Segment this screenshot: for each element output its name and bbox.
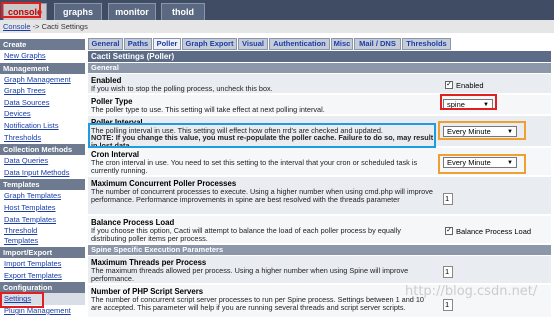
sidebar-header-collection-methods: Collection Methods bbox=[0, 144, 85, 156]
sidebar-item-data-sources[interactable]: Data Sources bbox=[0, 97, 85, 109]
panel-title: Cacti Settings (Poller) bbox=[88, 51, 551, 62]
enabled-checkbox[interactable]: ✓ bbox=[445, 81, 453, 89]
settings-tab-thresholds[interactable]: Thresholds bbox=[402, 38, 451, 50]
breadcrumb: Console -> Cacti Settings bbox=[0, 20, 554, 33]
setting-row-poller-interval: Poller Interval The polling interval in … bbox=[88, 116, 551, 150]
setting-row-max-processes: Maximum Concurrent Poller Processes The … bbox=[88, 177, 551, 215]
settings-panel: Cacti Settings (Poller) General Enabled … bbox=[88, 51, 554, 318]
sidebar-item-graph-templates[interactable]: Graph Templates bbox=[0, 190, 85, 202]
sidebar-item-graph-management[interactable]: Graph Management bbox=[0, 74, 85, 86]
settings-tab-poller[interactable]: Poller bbox=[153, 38, 181, 50]
sidebar-header-management: Management bbox=[0, 62, 85, 74]
php-servers-input[interactable]: 1 bbox=[443, 299, 453, 311]
setting-desc-max-processes: The number of concurrent processes to ex… bbox=[91, 187, 433, 205]
watermark: http://blog.csdn.net/ bbox=[405, 284, 538, 299]
sidebar-item-data-templates[interactable]: Data Templates bbox=[0, 214, 85, 226]
sidebar-item-settings[interactable]: Settings bbox=[0, 293, 85, 305]
sidebar-header-templates: Templates bbox=[0, 179, 85, 191]
sidebar-item-export-templates[interactable]: Export Templates bbox=[0, 270, 85, 282]
breadcrumb-separator: -> bbox=[30, 22, 42, 31]
sidebar-item-data-queries[interactable]: Data Queries bbox=[0, 155, 85, 167]
setting-row-balance-load: Balance Process Load If you choose this … bbox=[88, 216, 551, 244]
sidebar-item-import-templates[interactable]: Import Templates bbox=[0, 258, 85, 270]
tab-monitor[interactable]: monitor bbox=[108, 3, 156, 20]
sidebar-item-plugin-management[interactable]: Plugin Management bbox=[0, 305, 85, 317]
tab-graphs[interactable]: graphs bbox=[54, 3, 102, 20]
setting-desc-enabled: If you wish to stop the polling process,… bbox=[91, 84, 273, 93]
cron-interval-select[interactable]: Every Minute ▼ bbox=[443, 157, 517, 168]
sidebar-item-graph-trees[interactable]: Graph Trees bbox=[0, 85, 85, 97]
poller-interval-select[interactable]: Every Minute ▼ bbox=[443, 126, 517, 137]
sidebar-header-configuration: Configuration bbox=[0, 282, 85, 294]
settings-tab-general[interactable]: General bbox=[88, 38, 123, 50]
sidebar-item-data-input-methods[interactable]: Data Input Methods bbox=[0, 167, 85, 179]
sidebar-item-threshold-templates[interactable]: Threshold Templates bbox=[0, 225, 40, 246]
sidebar-item-notification-lists[interactable]: Notification Lists bbox=[0, 120, 85, 132]
chevron-down-icon: ▼ bbox=[507, 160, 513, 166]
sidebar-header-import-export: Import/Export bbox=[0, 247, 85, 259]
tab-console-label: console bbox=[7, 7, 42, 17]
setting-desc-balance-load: If you choose this option, Cacti will at… bbox=[91, 226, 401, 244]
tab-thold-label: thold bbox=[172, 7, 194, 17]
settings-tab-misc[interactable]: Misc bbox=[331, 38, 353, 50]
setting-desc-poller-type: The poller type to use. This setting wil… bbox=[91, 105, 325, 114]
tab-monitor-label: monitor bbox=[115, 7, 149, 17]
setting-row-poller-type: Poller Type The poller type to use. This… bbox=[88, 95, 551, 115]
settings-tab-authentication[interactable]: Authentication bbox=[269, 38, 330, 50]
setting-row-enabled: Enabled If you wish to stop the polling … bbox=[88, 74, 551, 94]
max-threads-input[interactable]: 1 bbox=[443, 266, 453, 278]
setting-desc-cron-interval: The cron interval in use. You need to se… bbox=[91, 158, 418, 176]
setting-row-cron-interval: Cron Interval The cron interval in use. … bbox=[88, 148, 551, 176]
poller-type-select[interactable]: spine ▼ bbox=[443, 99, 493, 110]
setting-row-max-threads: Maximum Threads per Process The maximum … bbox=[88, 256, 551, 284]
chevron-down-icon: ▼ bbox=[483, 102, 489, 108]
settings-tab-visual[interactable]: Visual bbox=[238, 38, 268, 50]
settings-tab-paths[interactable]: Paths bbox=[124, 38, 152, 50]
top-navigation: console graphs monitor thold bbox=[0, 0, 554, 20]
sidebar-item-thresholds[interactable]: Thresholds bbox=[0, 132, 85, 144]
section-header-spine: Spine Specific Execution Parameters bbox=[88, 245, 551, 255]
chevron-down-icon: ▼ bbox=[507, 129, 513, 135]
enabled-checkbox-label: Enabled bbox=[456, 81, 484, 90]
tab-console[interactable]: console bbox=[3, 3, 47, 20]
settings-tab-graph-export[interactable]: Graph Export bbox=[182, 38, 237, 50]
settings-tab-mail-dns[interactable]: Mail / DNS bbox=[354, 38, 401, 50]
sidebar-item-host-templates[interactable]: Host Templates bbox=[0, 202, 85, 214]
tab-thold[interactable]: thold bbox=[161, 3, 205, 20]
tab-graphs-label: graphs bbox=[62, 7, 93, 17]
balance-load-checkbox-label: Balance Process Load bbox=[456, 227, 532, 236]
sidebar-item-new-graphs[interactable]: New Graphs bbox=[0, 50, 85, 62]
poller-interval-value: Every Minute bbox=[447, 127, 491, 136]
setting-desc-php-servers: The number of concurrent script server p… bbox=[91, 295, 424, 313]
breadcrumb-current: Cacti Settings bbox=[41, 22, 88, 31]
balance-load-checkbox[interactable]: ✓ bbox=[445, 227, 453, 235]
sidebar: Create New Graphs Management Graph Manag… bbox=[0, 38, 85, 318]
sidebar-header-create: Create bbox=[0, 39, 85, 50]
setting-desc-max-threads: The maximum threads allowed per process.… bbox=[91, 266, 409, 284]
cron-interval-value: Every Minute bbox=[447, 158, 491, 167]
max-processes-input[interactable]: 1 bbox=[443, 193, 453, 205]
poller-type-value: spine bbox=[447, 100, 465, 109]
sidebar-item-devices[interactable]: Devices bbox=[0, 108, 85, 120]
section-header-general: General bbox=[88, 63, 551, 73]
breadcrumb-console-link[interactable]: Console bbox=[3, 22, 31, 31]
